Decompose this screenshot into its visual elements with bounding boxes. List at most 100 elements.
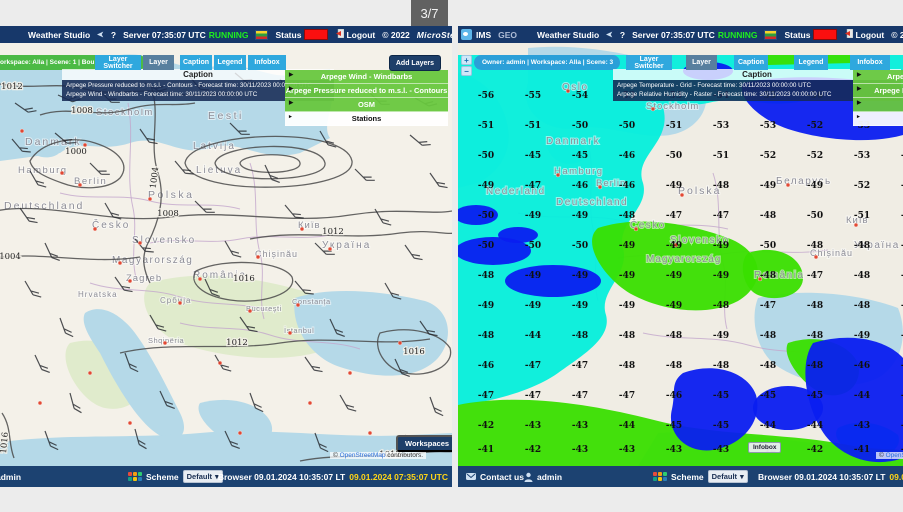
temperature-value: -47 [478,391,494,401]
layer-switcher-button[interactable]: Layer Switcher [626,55,672,70]
status-indicator[interactable] [813,29,838,40]
logout-icon[interactable] [844,28,854,40]
workspaces-button[interactable]: Workspaces [396,435,452,452]
station-dot [19,128,25,134]
infobox-chip[interactable]: Infobox [748,442,782,453]
user-icon [524,472,533,482]
layer-switcher-button[interactable]: Layer Switcher [95,55,141,70]
osm-link[interactable]: OpenStreetMap [340,452,386,459]
contour-label: 1000 [65,147,87,157]
map-place-label: Česko [92,218,130,231]
right-map[interactable]: Oslo Stockholm Danmark Hamburg Nederland Deut… [458,43,903,466]
temperature-value: -48 [807,331,823,341]
help-icon[interactable]: ? [111,30,116,40]
contact-us-button[interactable]: Contact us [466,466,524,487]
temperature-value: -50 [760,241,776,251]
left-map[interactable]: Danmark Eesti Stockholm Latvija Lietuva Hambu… [0,43,452,466]
expand-arrow-icon[interactable]: ▸ [289,114,292,120]
temperature-value: -52 [807,121,823,131]
temperature-value: -50 [478,151,494,161]
zoom-in-button[interactable]: + [461,55,472,65]
station-dot [633,226,639,232]
app-title: Weather Studio [537,29,600,40]
temperature-value: -47 [760,301,776,311]
user-menu[interactable]: admin [524,466,562,487]
layer-row-stations[interactable]: ▸Stations [853,112,903,126]
temperature-value: -49 [572,271,588,281]
layer-row[interactable]: ▶Arpege Temperature - Grid [853,70,903,84]
logout-button[interactable]: Logout [346,30,375,40]
scheme-control[interactable]: Scheme Default ▾ [128,466,223,487]
contour-label: 1008 [71,106,93,116]
send-arrow-icon[interactable]: ➤ [97,30,104,39]
logout-button[interactable]: Logout [855,30,884,40]
legend-button[interactable]: Legend [214,55,246,70]
expand-arrow-icon[interactable]: ▶ [857,100,861,106]
scheme-control[interactable]: Scheme Default ▾ [653,466,748,487]
temperature-value: -45 [666,421,682,431]
temperature-value: -43 [572,445,588,455]
expand-arrow-icon[interactable]: ▶ [857,86,861,92]
expand-arrow-icon[interactable]: ▶ [857,72,861,78]
temperature-value: -48 [619,211,635,221]
tab-counter[interactable]: 3/7 [411,0,448,26]
osm-link[interactable]: OpenStreetMap [886,452,903,459]
help-icon[interactable]: ? [620,30,625,40]
temperature-value: -43 [525,421,541,431]
status-indicator[interactable] [304,29,329,40]
left-statusbar: admin Scheme Default▾ Browser 09.01.2024… [0,466,452,487]
temperature-value: -45 [807,391,823,401]
temperature-value: -52 [854,181,870,191]
infobox-button[interactable]: Infobox [850,55,890,70]
layer-row[interactable]: ▶ Arpege Pressure reduced to m.s.l. - Con… [285,84,448,98]
language-flag-icon[interactable] [255,29,269,40]
temperature-value: -49 [666,301,682,311]
temperature-value: -50 [807,211,823,221]
station-dot [295,302,301,308]
temperature-value: -49 [525,271,541,281]
layer-row[interactable]: ▶OSM [285,98,448,112]
copyright: © 2022 [382,29,410,40]
layer-button[interactable]: Layer [686,55,717,70]
send-arrow-icon[interactable]: ➤ [606,30,613,39]
layer-row[interactable]: ▶Arpege Relative Humidity - Raster [853,84,903,98]
left-navbar: Weather Studio ➤ ? Server 07:35:07 UTC R… [0,26,452,43]
station-dot [307,400,313,406]
expand-arrow-icon[interactable]: ▸ [857,114,860,120]
temperature-value: -47 [572,391,588,401]
legend-button[interactable]: Legend [794,55,828,70]
station-dot [299,226,305,232]
scheme-icon [653,472,667,481]
expand-arrow-icon[interactable]: ▶ [289,86,293,92]
layer-row[interactable]: ▶OSM [853,98,903,112]
layer-row-stations[interactable]: ▸Stations [285,112,448,126]
station-dot [37,400,43,406]
layer-row[interactable]: ▶ Arpege Wind - Windbarbs [285,70,448,84]
right-map-canvas: OsloStockholmDanmarkHamburgNederlandDeut… [458,43,903,466]
temperature-value: -48 [807,241,823,251]
zoom-out-button[interactable]: − [461,66,472,76]
caption-button[interactable]: Caption [734,55,768,70]
temperature-value: -49 [525,301,541,311]
add-layers-button[interactable]: Add Layers [388,55,441,71]
expand-arrow-icon[interactable]: ▶ [289,100,293,106]
language-flag-icon[interactable] [764,29,778,40]
station-dot [650,106,656,112]
user-label: admin [0,471,22,482]
map-place-label: Chișinău [255,249,298,259]
expand-arrow-icon[interactable]: ▶ [289,72,293,78]
temperature-value: -49 [619,241,635,251]
temperature-value: -45 [572,151,588,161]
layer-button[interactable]: Layer [143,55,174,70]
caption-button[interactable]: Caption [180,55,212,70]
contour-label: 1008 [157,209,179,219]
brand-logo: MicroStep [416,29,452,40]
logout-icon[interactable] [335,28,345,40]
scheme-select[interactable]: Default ▾ [182,470,223,483]
temperature-value: -42 [807,445,823,455]
infobox-button[interactable]: Infobox [248,55,286,70]
temperature-value: -50 [525,241,541,251]
owner-workspace-pill[interactable]: Owner: admin | Workspace: Alla | Scene: … [474,55,620,70]
scheme-select[interactable]: Default ▾ [707,470,748,483]
temperature-value: -48 [666,331,682,341]
